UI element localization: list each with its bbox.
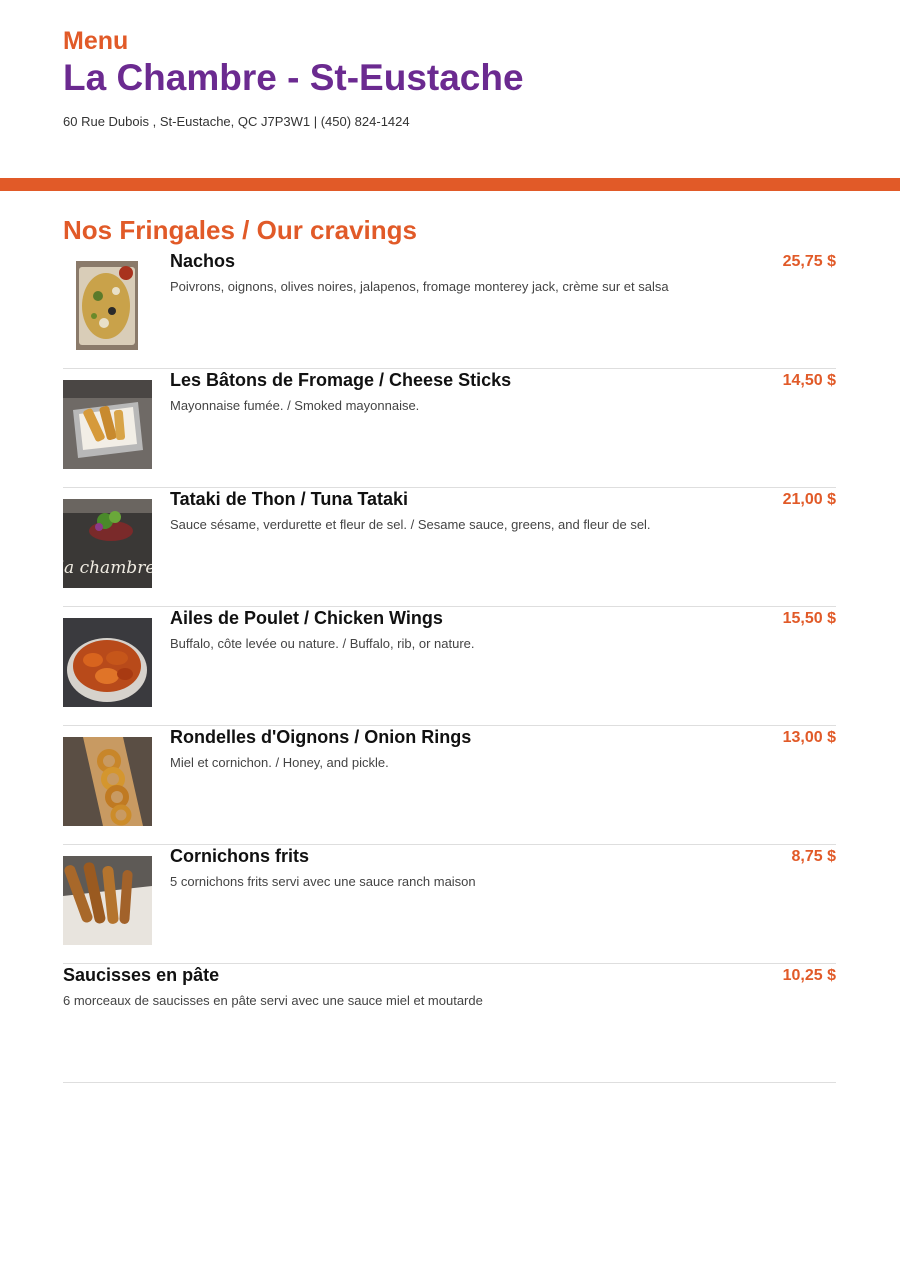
menu-item: Cornichons frits 5 cornichons frits serv… <box>63 845 836 964</box>
item-price: 10,25 $ <box>782 967 836 984</box>
tuna-tataki-photo: la chambre <box>63 499 152 588</box>
item-description: Buffalo, côte levée ou nature. / Buffalo… <box>170 636 475 651</box>
item-price: 15,50 $ <box>782 610 836 627</box>
menu-label: Menu <box>63 27 129 55</box>
item-description: Mayonnaise fumée. / Smoked mayonnaise. <box>170 398 420 413</box>
menu-item: Saucisses en pâte 6 morceaux de saucisse… <box>63 964 836 1083</box>
item-name: Les Bâtons de Fromage / Cheese Sticks <box>170 370 512 390</box>
nachos-photo <box>76 261 138 350</box>
item-name: Rondelles d'Oignons / Onion Rings <box>170 727 472 747</box>
restaurant-name: La Chambre - St-Eustache <box>63 57 524 98</box>
restaurant-address: 60 Rue Dubois , St-Eustache, QC J7P3W1 |… <box>63 114 410 129</box>
item-price: 25,75 $ <box>782 253 836 270</box>
fried-pickles-photo <box>63 856 152 945</box>
item-description: 6 morceaux de saucisses en pâte servi av… <box>63 993 483 1008</box>
menu-item: la chambre Tataki de Thon / Tuna Tataki … <box>63 488 836 607</box>
menu-header: Menu La Chambre - St-Eustache 60 Rue Dub… <box>63 26 837 129</box>
accent-divider <box>0 178 900 191</box>
slate-lettering: la chambre <box>63 558 152 578</box>
menu-items-list: Nachos Poivrons, oignons, olives noires,… <box>63 250 836 1083</box>
item-name: Tataki de Thon / Tuna Tataki <box>170 489 409 509</box>
item-name: Saucisses en pâte <box>63 965 220 985</box>
item-price: 8,75 $ <box>791 848 836 865</box>
item-description: 5 cornichons frits servi avec une sauce … <box>170 874 476 889</box>
section-title: Nos Fringales / Our cravings <box>63 215 417 245</box>
item-name: Cornichons frits <box>170 846 310 866</box>
menu-item: Nachos Poivrons, oignons, olives noires,… <box>63 250 836 369</box>
menu-item: Rondelles d'Oignons / Onion Rings Miel e… <box>63 726 836 845</box>
item-price: 13,00 $ <box>782 729 836 746</box>
menu-item: Ailes de Poulet / Chicken Wings Buffalo,… <box>63 607 836 726</box>
item-price: 14,50 $ <box>782 372 836 389</box>
item-description: Sauce sésame, verdurette et fleur de sel… <box>170 517 651 532</box>
item-name: Nachos <box>170 251 236 271</box>
chicken-wings-photo <box>63 618 152 707</box>
menu-item: Les Bâtons de Fromage / Cheese Sticks Ma… <box>63 369 836 488</box>
item-description: Poivrons, oignons, olives noires, jalape… <box>170 279 669 294</box>
item-description: Miel et cornichon. / Honey, and pickle. <box>170 755 389 770</box>
item-price: 21,00 $ <box>782 491 836 508</box>
onion-rings-photo <box>63 737 152 826</box>
cheese-sticks-photo <box>63 380 152 469</box>
item-name: Ailes de Poulet / Chicken Wings <box>170 608 443 628</box>
